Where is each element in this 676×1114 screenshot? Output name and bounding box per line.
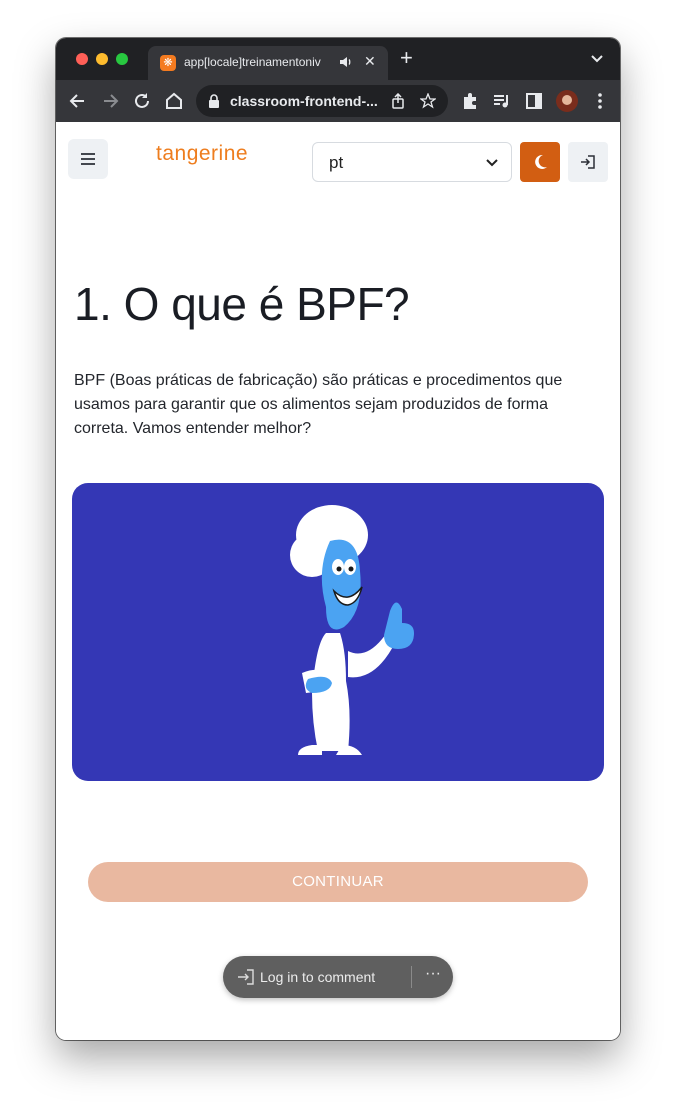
login-button[interactable] — [568, 142, 608, 182]
page-content: tangerine pt 1. O que é BPF? BPF (Boas p… — [56, 122, 620, 1040]
continue-button[interactable]: CONTINUAR — [88, 862, 588, 902]
close-window-button[interactable] — [76, 53, 88, 65]
new-tab-button[interactable]: + — [400, 47, 413, 69]
forward-icon[interactable] — [100, 91, 120, 111]
media-queue-icon[interactable] — [492, 91, 512, 111]
chevron-down-icon[interactable] — [590, 52, 604, 66]
language-select[interactable]: pt — [312, 142, 512, 182]
log-in-to-comment-link[interactable]: Log in to comment — [260, 969, 375, 985]
log-in-icon — [238, 969, 254, 985]
tangerine-favicon-icon: ❋ — [160, 55, 176, 71]
comment-bar[interactable]: Log in to comment ··· — [223, 956, 453, 998]
address-bar[interactable]: classroom-frontend-... — [196, 85, 448, 117]
theme-toggle-button[interactable] — [520, 142, 560, 182]
browser-tab[interactable]: ❋ app[locale]treinamentoniv ✕ — [148, 46, 388, 80]
lesson-illustration — [72, 483, 604, 781]
url-text: classroom-frontend-... — [230, 93, 378, 109]
menu-button[interactable] — [68, 139, 108, 179]
page-title: 1. O que é BPF? — [74, 278, 410, 330]
bookmark-star-icon[interactable] — [420, 93, 436, 109]
browser-window: ❋ app[locale]treinamentoniv ✕ + classroo… — [56, 38, 620, 1040]
extensions-puzzle-icon[interactable] — [460, 91, 480, 111]
chef-mascot-illustration — [290, 505, 414, 755]
home-icon[interactable] — [164, 91, 184, 111]
log-in-icon — [581, 155, 595, 169]
reload-icon[interactable] — [132, 91, 152, 111]
speaker-icon[interactable] — [338, 54, 354, 70]
close-tab-button[interactable]: ✕ — [364, 53, 376, 70]
back-icon[interactable] — [68, 91, 88, 111]
language-value: pt — [329, 153, 344, 172]
share-icon[interactable] — [390, 93, 406, 109]
moon-icon — [535, 154, 547, 169]
hamburger-icon — [81, 153, 95, 165]
tab-title: app[locale]treinamentoniv — [184, 55, 321, 69]
tab-strip: ❋ app[locale]treinamentoniv ✕ + — [56, 38, 620, 80]
side-panel-icon[interactable] — [524, 91, 544, 111]
divider — [411, 966, 412, 988]
brand-logo[interactable]: tangerine — [156, 142, 248, 166]
lesson-intro: BPF (Boas práticas de fabricação) são pr… — [74, 372, 563, 437]
chevron-down-icon — [486, 159, 498, 167]
minimize-window-button[interactable] — [96, 53, 108, 65]
lock-icon — [209, 94, 219, 108]
maximize-window-button[interactable] — [116, 53, 128, 65]
browser-toolbar: classroom-frontend-... — [56, 80, 620, 122]
more-options-button[interactable]: ··· — [425, 965, 441, 983]
profile-avatar[interactable] — [556, 90, 578, 112]
more-vertical-icon[interactable] — [590, 91, 610, 111]
